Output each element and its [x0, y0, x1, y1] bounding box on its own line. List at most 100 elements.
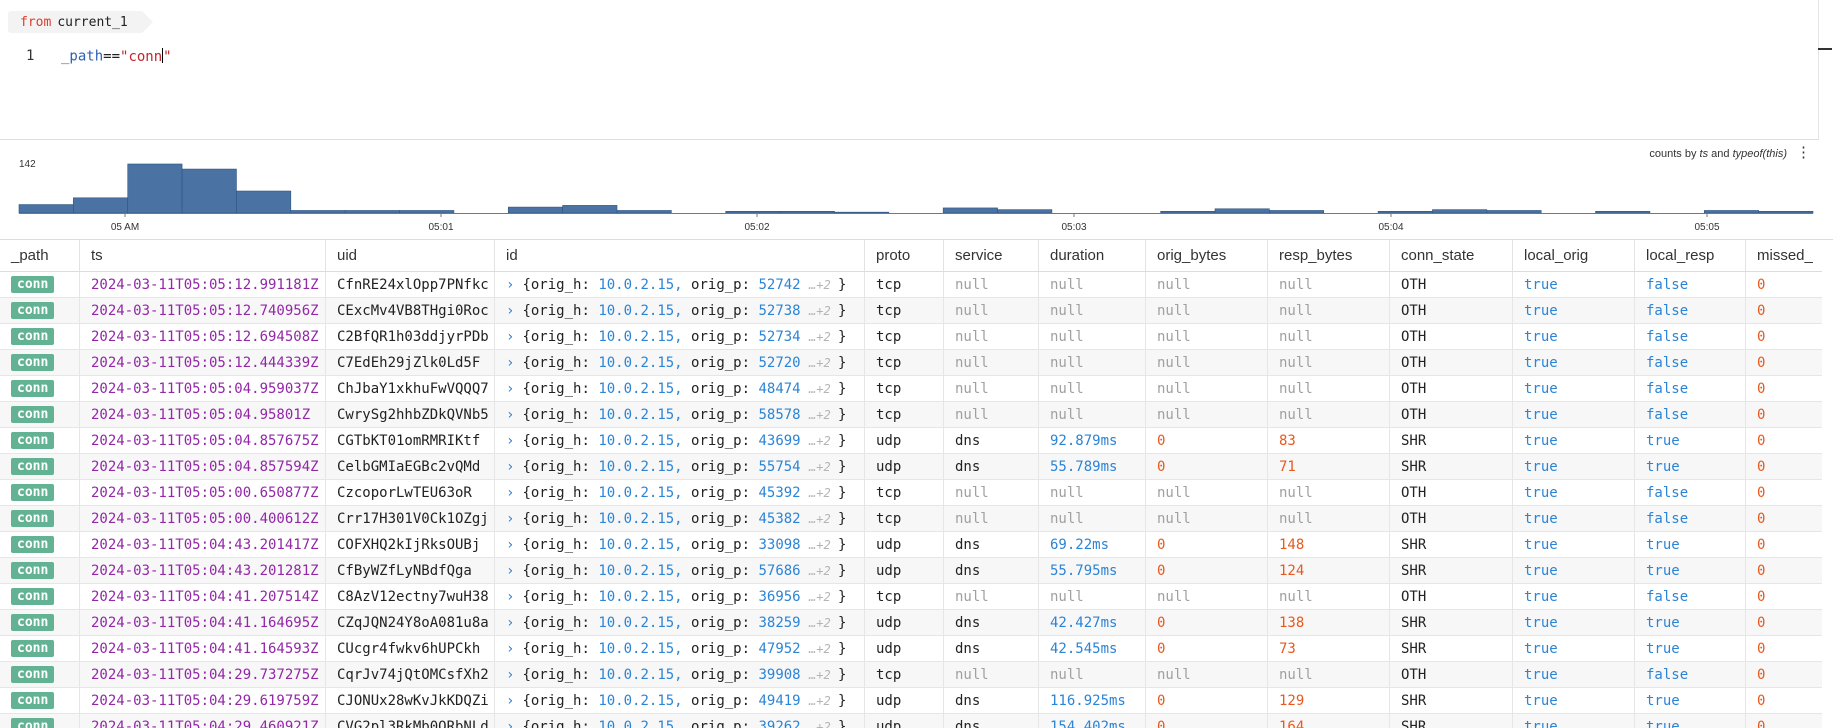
- histogram-bar[interactable]: [1595, 211, 1651, 214]
- table-row[interactable]: conn 2024-03-11T05:04:29.737275Z CqrJv74jQ…: [0, 662, 1822, 688]
- resp-bytes-value: 73: [1279, 641, 1296, 657]
- histogram-bar[interactable]: [290, 210, 346, 214]
- table-row[interactable]: conn 2024-03-11T05:05:12.991181Z CfnRE24xl…: [0, 272, 1822, 298]
- column-header-duration[interactable]: duration: [1039, 240, 1146, 271]
- histogram-bar[interactable]: [1486, 210, 1542, 214]
- histogram-bar[interactable]: [344, 210, 400, 214]
- table-row[interactable]: conn 2024-03-11T05:05:00.650877Z CzcoporLw…: [0, 480, 1822, 506]
- path-cell: conn: [0, 636, 80, 662]
- expand-chevron-icon[interactable]: ›: [506, 719, 514, 728]
- histogram-bar[interactable]: [1703, 210, 1759, 214]
- table-row[interactable]: conn 2024-03-11T05:05:12.444339Z C7EdEh29j…: [0, 350, 1822, 376]
- query-editor[interactable]: from current_1 1 _path=="conn": [0, 0, 1832, 140]
- kebab-menu-icon[interactable]: ⋮: [1796, 145, 1811, 160]
- editor-resize-handle[interactable]: [1818, 48, 1832, 50]
- column-header-local-resp[interactable]: local_resp: [1635, 240, 1746, 271]
- table-row[interactable]: conn 2024-03-11T05:05:04.857675Z CGTbKT01o…: [0, 428, 1822, 454]
- histogram-bar[interactable]: [18, 204, 74, 214]
- expand-chevron-icon[interactable]: ›: [506, 329, 514, 345]
- expand-chevron-icon[interactable]: ›: [506, 277, 514, 293]
- proto-value: udp: [876, 719, 902, 728]
- table-row[interactable]: conn 2024-03-11T05:05:12.740956Z CExcMv4VB…: [0, 298, 1822, 324]
- orig-h-key: orig_h:: [530, 537, 599, 553]
- histogram-bar[interactable]: [1269, 210, 1325, 214]
- histogram-bar[interactable]: [1432, 209, 1488, 214]
- histogram-bar[interactable]: [181, 168, 237, 214]
- table-row[interactable]: conn 2024-03-11T05:05:04.857594Z CelbGMIaE…: [0, 454, 1822, 480]
- expand-chevron-icon[interactable]: ›: [506, 407, 514, 423]
- from-pool-pill[interactable]: from current_1: [8, 11, 153, 33]
- column-header-proto[interactable]: proto: [865, 240, 944, 271]
- column-header-uid[interactable]: uid: [326, 240, 495, 271]
- column-header-orig-bytes[interactable]: orig_bytes: [1146, 240, 1268, 271]
- table-row[interactable]: conn 2024-03-11T05:04:41.164593Z CUcgr4fwk…: [0, 636, 1822, 662]
- missed-cell: 0: [1746, 272, 1822, 298]
- column-header-resp-bytes[interactable]: resp_bytes: [1268, 240, 1390, 271]
- histogram-bar[interactable]: [616, 210, 672, 214]
- orig-p-value: 55754: [758, 459, 810, 475]
- table-row[interactable]: conn 2024-03-11T05:05:00.400612Z Crr17H301…: [0, 506, 1822, 532]
- column-header-service[interactable]: service: [944, 240, 1039, 271]
- histogram-bar[interactable]: [725, 211, 781, 214]
- timestamp: 2024-03-11T05:05:04.95801Z: [91, 407, 311, 423]
- table-row[interactable]: conn 2024-03-11T05:05:04.959037Z ChJbaY1xk…: [0, 376, 1822, 402]
- orig-bytes-cell: null: [1146, 506, 1268, 532]
- histogram-bar[interactable]: [834, 211, 890, 214]
- table-row[interactable]: conn 2024-03-11T05:04:29.619759Z CJONUx28w…: [0, 688, 1822, 714]
- expand-chevron-icon[interactable]: ›: [506, 667, 514, 683]
- histogram-bar[interactable]: [399, 210, 455, 214]
- histogram-bar[interactable]: [73, 197, 129, 214]
- orig-h-key: orig_h:: [530, 459, 599, 475]
- expand-chevron-icon[interactable]: ›: [506, 563, 514, 579]
- expand-chevron-icon[interactable]: ›: [506, 693, 514, 709]
- histogram-bar[interactable]: [1160, 211, 1216, 214]
- ts-cell: 2024-03-11T05:05:12.444339Z: [80, 350, 326, 376]
- orig-p-value: 39262: [758, 719, 810, 728]
- column-header-conn-state[interactable]: conn_state: [1390, 240, 1513, 271]
- histogram-bar[interactable]: [127, 163, 183, 214]
- expand-chevron-icon[interactable]: ›: [506, 615, 514, 631]
- expand-chevron-icon[interactable]: ›: [506, 381, 514, 397]
- orig-p-value: 39908: [758, 667, 810, 683]
- histogram-bar[interactable]: [562, 205, 618, 214]
- expand-chevron-icon[interactable]: ›: [506, 589, 514, 605]
- table-row[interactable]: conn 2024-03-11T05:05:12.694508Z C2BfQR1h0…: [0, 324, 1822, 350]
- expand-chevron-icon[interactable]: ›: [506, 355, 514, 371]
- table-row[interactable]: conn 2024-03-11T05:04:43.201281Z CfByWZfLy…: [0, 558, 1822, 584]
- table-row[interactable]: conn 2024-03-11T05:04:41.207514Z C8AzV12ec…: [0, 584, 1822, 610]
- id-cell: › {orig_h: 10.0.2.15, orig_p: 57686 …+2 }: [495, 558, 865, 584]
- expand-chevron-icon[interactable]: ›: [506, 459, 514, 475]
- column-header--path[interactable]: _path: [0, 240, 80, 271]
- histogram-bar[interactable]: [1214, 208, 1270, 214]
- table-row[interactable]: conn 2024-03-11T05:04:43.201417Z COFXHQ2kI…: [0, 532, 1822, 558]
- column-header-missed[interactable]: missed_: [1746, 240, 1822, 271]
- histogram-chart[interactable]: 142 05 AM 05:01 05:02 05:03 05:04 05:05: [0, 140, 1833, 239]
- histogram-bar[interactable]: [1377, 211, 1433, 214]
- expand-chevron-icon[interactable]: ›: [506, 485, 514, 501]
- table-row[interactable]: conn 2024-03-11T05:04:41.164695Z CZqJQN24Y…: [0, 610, 1822, 636]
- timestamp: 2024-03-11T05:05:04.959037Z: [91, 381, 319, 397]
- histogram-bar[interactable]: [779, 211, 835, 214]
- histogram-bar[interactable]: [236, 190, 292, 214]
- expand-chevron-icon[interactable]: ›: [506, 433, 514, 449]
- duration-cell: null: [1039, 298, 1146, 324]
- histogram-bar[interactable]: [507, 206, 563, 214]
- histogram-bar[interactable]: [997, 209, 1053, 214]
- ts-cell: 2024-03-11T05:05:12.694508Z: [80, 324, 326, 350]
- column-header-id[interactable]: id: [495, 240, 865, 271]
- resp-bytes-cell: 73: [1268, 636, 1390, 662]
- table-row[interactable]: conn 2024-03-11T05:05:04.95801Z CwrySg2hhb…: [0, 402, 1822, 428]
- expand-chevron-icon[interactable]: ›: [506, 641, 514, 657]
- table-row[interactable]: conn 2024-03-11T05:04:29.460921Z CVG2pl3Rk…: [0, 714, 1822, 728]
- histogram-bar[interactable]: [1758, 211, 1814, 214]
- expand-chevron-icon[interactable]: ›: [506, 511, 514, 527]
- proto-value: tcp: [876, 589, 902, 605]
- column-header-local-orig[interactable]: local_orig: [1513, 240, 1635, 271]
- expand-chevron-icon[interactable]: ›: [506, 303, 514, 319]
- expand-chevron-icon[interactable]: ›: [506, 537, 514, 553]
- query-code[interactable]: _path=="conn": [61, 48, 172, 65]
- histogram-bar[interactable]: [942, 207, 998, 214]
- uid-cell: CUcgr4fwkv6hUPCkh: [326, 636, 495, 662]
- column-header-ts[interactable]: ts: [80, 240, 326, 271]
- duration-value: 154.402ms: [1050, 719, 1126, 728]
